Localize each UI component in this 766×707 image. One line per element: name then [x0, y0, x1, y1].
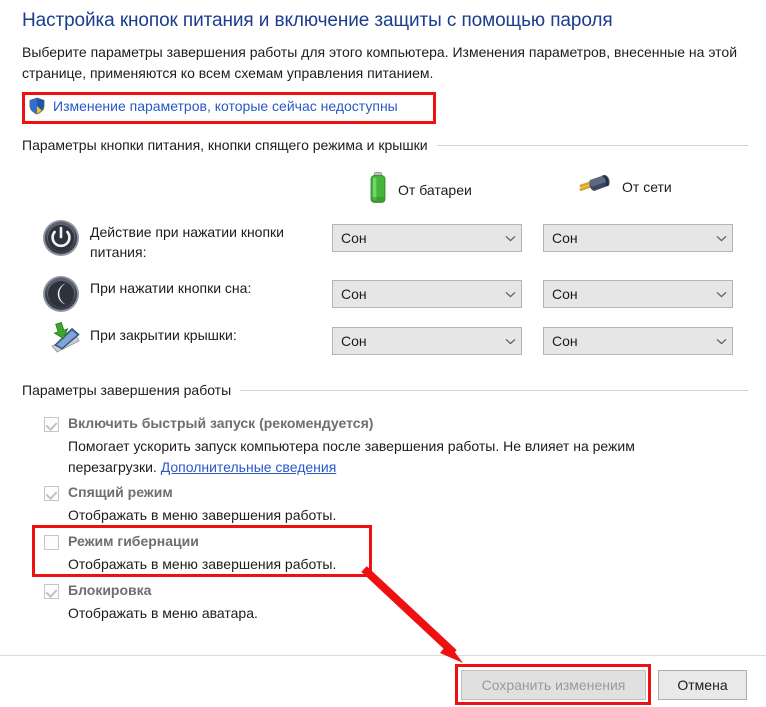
page-title: Настройка кнопок питания и включение защ…: [22, 10, 613, 31]
checkbox-description-fast-startup: Помогает ускорить запуск компьютера посл…: [68, 436, 698, 478]
combo-sleep-button-mains-value: Сон: [552, 286, 578, 302]
combo-sleep-button-mains[interactable]: Сон: [543, 280, 733, 308]
column-header-battery-label: От батареи: [398, 181, 472, 198]
shutdown-settings-group-label: Параметры завершения работы: [22, 382, 232, 398]
group-divider-rule: [240, 389, 748, 391]
checkbox-hibernate[interactable]: [44, 535, 59, 550]
more-info-link[interactable]: Дополнительные сведения: [161, 459, 337, 475]
laptop-lid-icon: [42, 321, 80, 360]
power-options-page: Настройка кнопок питания и включение защ…: [0, 0, 766, 707]
combo-power-button-mains[interactable]: Сон: [543, 224, 733, 252]
chevron-down-icon: [499, 291, 521, 298]
power-settings-group-header: Параметры кнопки питания, кнопки спящего…: [22, 137, 748, 153]
power-plug-icon: [578, 172, 612, 201]
checkbox-label-fast-startup: Включить быстрый запуск (рекомендуется): [68, 415, 374, 431]
combo-lid-close-mains[interactable]: Сон: [543, 327, 733, 355]
column-header-mains: От сети: [578, 172, 672, 201]
chevron-down-icon: [710, 338, 732, 345]
chevron-down-icon: [499, 235, 521, 242]
setting-label-lid-close: При закрытии крышки:: [90, 327, 237, 343]
checkbox-description-sleep: Отображать в меню завершения работы.: [68, 507, 337, 523]
combo-lid-close-mains-value: Сон: [552, 333, 578, 349]
checkbox-label-lock: Блокировка: [68, 582, 152, 598]
checkbox-row-lock[interactable]: Блокировка: [44, 582, 151, 599]
setting-label-sleep-button: При нажатии кнопки сна:: [90, 280, 252, 296]
column-header-mains-label: От сети: [622, 178, 672, 195]
combo-sleep-button-battery[interactable]: Сон: [332, 280, 522, 308]
footer-divider: [0, 655, 766, 656]
uac-change-settings-row[interactable]: Изменение параметров, которые сейчас нед…: [28, 97, 398, 115]
checkbox-label-sleep: Спящий режим: [68, 484, 173, 500]
power-button-icon: [42, 219, 80, 257]
checkbox-description-hibernate: Отображать в меню завершения работы.: [68, 556, 337, 572]
save-changes-button[interactable]: Сохранить изменения: [461, 670, 646, 700]
checkbox-row-sleep[interactable]: Спящий режим: [44, 484, 173, 501]
combo-power-button-battery-value: Сон: [341, 230, 367, 246]
chevron-down-icon: [710, 235, 732, 242]
combo-lid-close-battery-value: Сон: [341, 333, 367, 349]
shield-icon: [28, 97, 46, 115]
combo-lid-close-battery[interactable]: Сон: [332, 327, 522, 355]
checkbox-label-hibernate: Режим гибернации: [68, 533, 199, 549]
combo-power-button-battery[interactable]: Сон: [332, 224, 522, 252]
shutdown-settings-group-header: Параметры завершения работы: [22, 382, 748, 398]
checkbox-row-hibernate[interactable]: Режим гибернации: [44, 533, 199, 550]
chevron-down-icon: [499, 338, 521, 345]
intro-paragraph: Выберите параметры завершения работы для…: [22, 44, 738, 81]
checkbox-lock[interactable]: [44, 584, 59, 599]
combo-sleep-button-battery-value: Сон: [341, 286, 367, 302]
uac-change-settings-link[interactable]: Изменение параметров, которые сейчас нед…: [53, 98, 398, 114]
fast-startup-description-text: Помогает ускорить запуск компьютера посл…: [68, 438, 635, 475]
chevron-down-icon: [710, 291, 732, 298]
group-divider-rule: [436, 144, 748, 146]
checkbox-row-fast-startup[interactable]: Включить быстрый запуск (рекомендуется): [44, 415, 373, 432]
column-header-battery: От батареи: [368, 172, 472, 207]
battery-icon: [368, 172, 388, 207]
checkbox-description-lock: Отображать в меню аватара.: [68, 605, 258, 621]
combo-power-button-mains-value: Сон: [552, 230, 578, 246]
sleep-moon-icon: [42, 275, 80, 313]
power-settings-group-label: Параметры кнопки питания, кнопки спящего…: [22, 137, 428, 153]
checkbox-fast-startup[interactable]: [44, 417, 59, 432]
checkbox-sleep[interactable]: [44, 486, 59, 501]
setting-label-power-button: Действие при нажатии кнопки питания:: [90, 224, 284, 260]
cancel-button[interactable]: Отмена: [658, 670, 747, 700]
